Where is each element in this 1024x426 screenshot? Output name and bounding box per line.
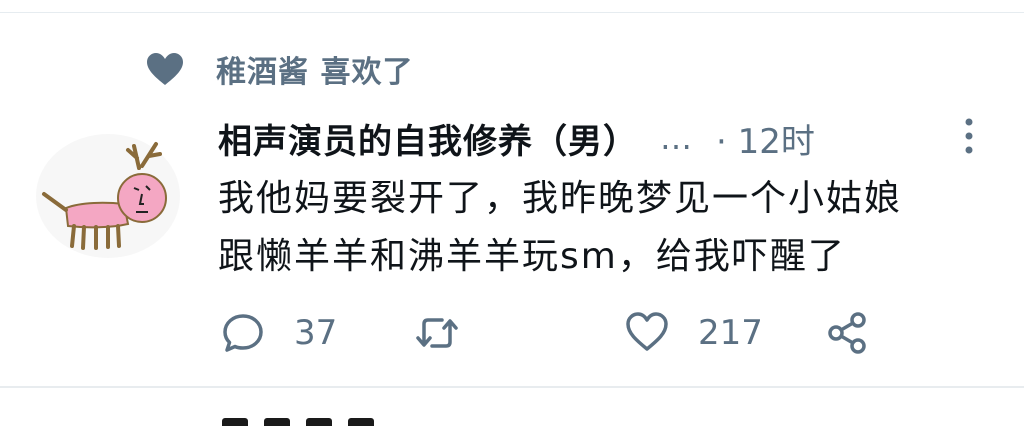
top-divider	[0, 12, 1024, 13]
more-options-icon[interactable]	[958, 116, 980, 156]
liked-by-text: 稚酒酱 喜欢了	[216, 55, 414, 90]
reply-button[interactable]: 37	[220, 305, 337, 361]
share-icon	[828, 312, 866, 354]
ellipsis-text: …	[660, 119, 694, 157]
tweet-timestamp[interactable]: · 12时	[716, 114, 815, 163]
share-button[interactable]	[824, 305, 870, 361]
tweet-text-line: 我他妈要裂开了，我昨晚梦见一个小姑娘	[218, 178, 903, 219]
like-heart-icon	[626, 312, 668, 351]
next-tweet-glyph-fragment	[264, 418, 290, 426]
like-count: 217	[698, 313, 763, 353]
tweet-divider	[0, 386, 1024, 388]
next-tweet-glyph-fragment	[222, 418, 248, 426]
retweet-button[interactable]	[414, 305, 488, 361]
next-tweet-glyph-fragment	[348, 418, 374, 426]
tweet-header: 相声演员的自我修养（男） … · 12时	[218, 112, 815, 164]
like-button[interactable]: 217	[624, 305, 763, 361]
tweet-text-line: 跟懒羊羊和沸羊羊玩sm，给我吓醒了	[218, 236, 846, 277]
heart-icon	[147, 53, 183, 85]
next-tweet-glyph-fragment	[306, 418, 332, 426]
reply-icon	[223, 314, 263, 352]
retweet-icon	[416, 318, 458, 348]
social-context-liked[interactable]: 稚酒酱 喜欢了	[145, 46, 413, 92]
author-name[interactable]: 相声演员的自我修养（男）	[218, 114, 638, 163]
next-tweet-peek	[222, 418, 392, 426]
tweet-actions: 37 217	[0, 305, 1024, 361]
tweet-text: 我他妈要裂开了，我昨晚梦见一个小姑娘 跟懒羊羊和沸羊羊玩sm，给我吓醒了	[218, 170, 1008, 286]
avatar[interactable]	[36, 128, 186, 258]
reply-count: 37	[294, 313, 338, 353]
